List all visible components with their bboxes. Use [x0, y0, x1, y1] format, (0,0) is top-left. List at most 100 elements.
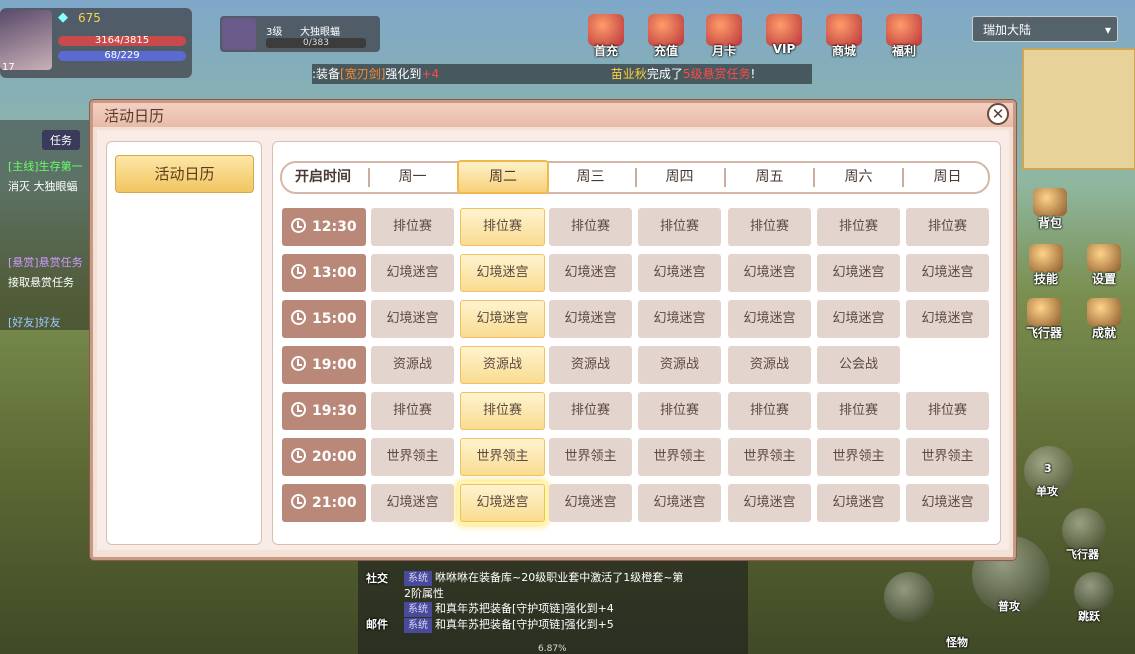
close-button[interactable]: ✕ [987, 103, 1009, 125]
event-cell[interactable]: 幻境迷宫 [460, 484, 545, 522]
top-icon-label: 充值 [653, 44, 678, 58]
day-tab-3[interactable]: 周三 [549, 163, 632, 192]
event-cell[interactable]: 排位赛 [638, 208, 721, 246]
time-label: 21:00 [312, 495, 357, 511]
event-cell[interactable]: 世界领主 [728, 438, 811, 476]
social-button[interactable]: 社交 [366, 570, 388, 586]
skill-button[interactable]: 技能 [1026, 244, 1066, 286]
day-tab-1[interactable]: 周一 [371, 163, 454, 192]
event-cell[interactable]: 幻境迷宫 [638, 484, 721, 522]
event-cell[interactable]: 幻境迷宫 [371, 254, 454, 292]
chat-text: 2阶属性 [404, 587, 444, 600]
header-divider [813, 168, 815, 187]
day-tab-4[interactable]: 周四 [638, 163, 721, 192]
chat-panel[interactable]: 系统 咻咻咻在装备库~20级职业套中激活了1级橙套~第 2阶属性 系统 和真年苏把装… [358, 560, 748, 654]
normal-attack-label: 普攻 [998, 600, 1020, 613]
event-cell[interactable]: 幻境迷宫 [371, 300, 454, 338]
event-cell[interactable]: 排位赛 [906, 208, 989, 246]
event-cell[interactable]: 排位赛 [817, 392, 900, 430]
backpack-button[interactable]: 背包 [1030, 188, 1070, 230]
month-card-button[interactable]: 月卡 [704, 14, 744, 60]
event-cell[interactable]: 资源战 [371, 346, 454, 384]
tab-activity-calendar[interactable]: 活动日历 [115, 155, 254, 193]
event-cell[interactable]: 排位赛 [817, 208, 900, 246]
event-cell[interactable]: 资源战 [460, 346, 545, 384]
event-cell[interactable]: 幻境迷宫 [549, 484, 632, 522]
single-attack-label: 单攻 [1036, 485, 1058, 498]
event-cell[interactable]: 排位赛 [906, 392, 989, 430]
event-cell[interactable]: 世界领主 [906, 438, 989, 476]
day-tab-6[interactable]: 周六 [817, 163, 900, 192]
minimap[interactable] [1022, 48, 1135, 170]
event-cell[interactable]: 幻境迷宫 [460, 300, 545, 338]
jump-button[interactable] [1074, 572, 1114, 612]
exp-percent: 6.87% [538, 644, 567, 654]
shop-button[interactable]: 商城 [824, 14, 864, 60]
joystick-button[interactable] [884, 572, 934, 622]
event-cell[interactable]: 排位赛 [728, 392, 811, 430]
map-selector[interactable]: 瑞加大陆 ▾ [972, 16, 1118, 42]
event-cell[interactable]: 资源战 [728, 346, 811, 384]
quest-panel: 任务 [主线]生存第一 消灭 大独眼蝠 [悬赏]悬赏任务 接取悬赏任务 [好友]… [0, 120, 90, 330]
event-cell[interactable]: 幻境迷宫 [549, 254, 632, 292]
event-cell[interactable]: 幻境迷宫 [460, 254, 545, 292]
event-cell[interactable]: 幻境迷宫 [906, 254, 989, 292]
player-avatar[interactable] [0, 10, 52, 70]
event-cell[interactable]: 资源战 [638, 346, 721, 384]
event-cell[interactable]: 幻境迷宫 [371, 484, 454, 522]
chat-text: 咻咻咻在装备库~20级职业套中激活了1级橙套~第 [435, 571, 684, 584]
event-cell[interactable]: 排位赛 [549, 208, 632, 246]
event-cell[interactable]: 幻境迷宫 [638, 254, 721, 292]
achievement-button[interactable]: 成就 [1084, 298, 1124, 340]
day-tab-2[interactable]: 周二 [457, 160, 549, 194]
header-divider [368, 168, 370, 187]
event-cell[interactable]: 公会战 [817, 346, 900, 384]
chat-tag: 系统 [404, 571, 432, 586]
event-cell[interactable]: 幻境迷宫 [549, 300, 632, 338]
mail-button[interactable]: 邮件 [366, 616, 388, 632]
event-cell[interactable]: 排位赛 [638, 392, 721, 430]
event-cell[interactable]: 排位赛 [460, 392, 545, 430]
time-slot: 19:00 [282, 346, 366, 384]
time-label: 13:00 [312, 265, 357, 281]
settings-button[interactable]: 设置 [1084, 244, 1124, 286]
event-cell[interactable]: 排位赛 [371, 208, 454, 246]
player-gold: 675 [78, 11, 101, 25]
event-cell[interactable]: 排位赛 [460, 208, 545, 246]
event-cell[interactable]: 世界领主 [460, 438, 545, 476]
recharge-button[interactable]: 充值 [646, 14, 686, 60]
aircraft-button[interactable]: 飞行器 [1024, 298, 1064, 340]
event-cell[interactable]: 幻境迷宫 [728, 254, 811, 292]
map-name: 瑞加大陆 [983, 23, 1032, 37]
event-cell[interactable]: 排位赛 [549, 392, 632, 430]
event-cell[interactable]: 幻境迷宫 [906, 484, 989, 522]
event-cell[interactable]: 幻境迷宫 [906, 300, 989, 338]
quest-tab[interactable]: 任务 [42, 130, 80, 150]
event-cell[interactable]: 世界领主 [549, 438, 632, 476]
top-icon-label: 月卡 [711, 44, 736, 58]
vip-button[interactable]: VIP [764, 14, 804, 60]
event-cell[interactable]: 排位赛 [371, 392, 454, 430]
event-cell[interactable]: 世界领主 [817, 438, 900, 476]
header-divider [724, 168, 726, 187]
first-recharge-button[interactable]: 首充 [586, 14, 626, 60]
event-cell[interactable]: 资源战 [549, 346, 632, 384]
quest-main[interactable]: [主线]生存第一 [8, 158, 83, 174]
event-cell[interactable]: 排位赛 [728, 208, 811, 246]
event-cell[interactable]: 幻境迷宫 [817, 300, 900, 338]
event-cell[interactable]: 世界领主 [638, 438, 721, 476]
event-cell[interactable]: 幻境迷宫 [728, 484, 811, 522]
day-tab-5[interactable]: 周五 [728, 163, 811, 192]
close-icon: ✕ [991, 105, 1005, 123]
day-tab-7[interactable]: 周日 [906, 163, 989, 192]
welfare-button[interactable]: 福利 [884, 14, 924, 60]
event-cell[interactable]: 幻境迷宫 [817, 484, 900, 522]
gear-icon [1087, 244, 1121, 272]
quest-friend[interactable]: [好友]好友 [8, 314, 61, 330]
event-cell[interactable]: 幻境迷宫 [638, 300, 721, 338]
event-cell[interactable]: 世界领主 [371, 438, 454, 476]
event-cell[interactable]: 幻境迷宫 [728, 300, 811, 338]
quest-bounty[interactable]: [悬赏]悬赏任务 [8, 254, 83, 270]
marquee-text: ! [750, 67, 756, 81]
event-cell[interactable]: 幻境迷宫 [817, 254, 900, 292]
